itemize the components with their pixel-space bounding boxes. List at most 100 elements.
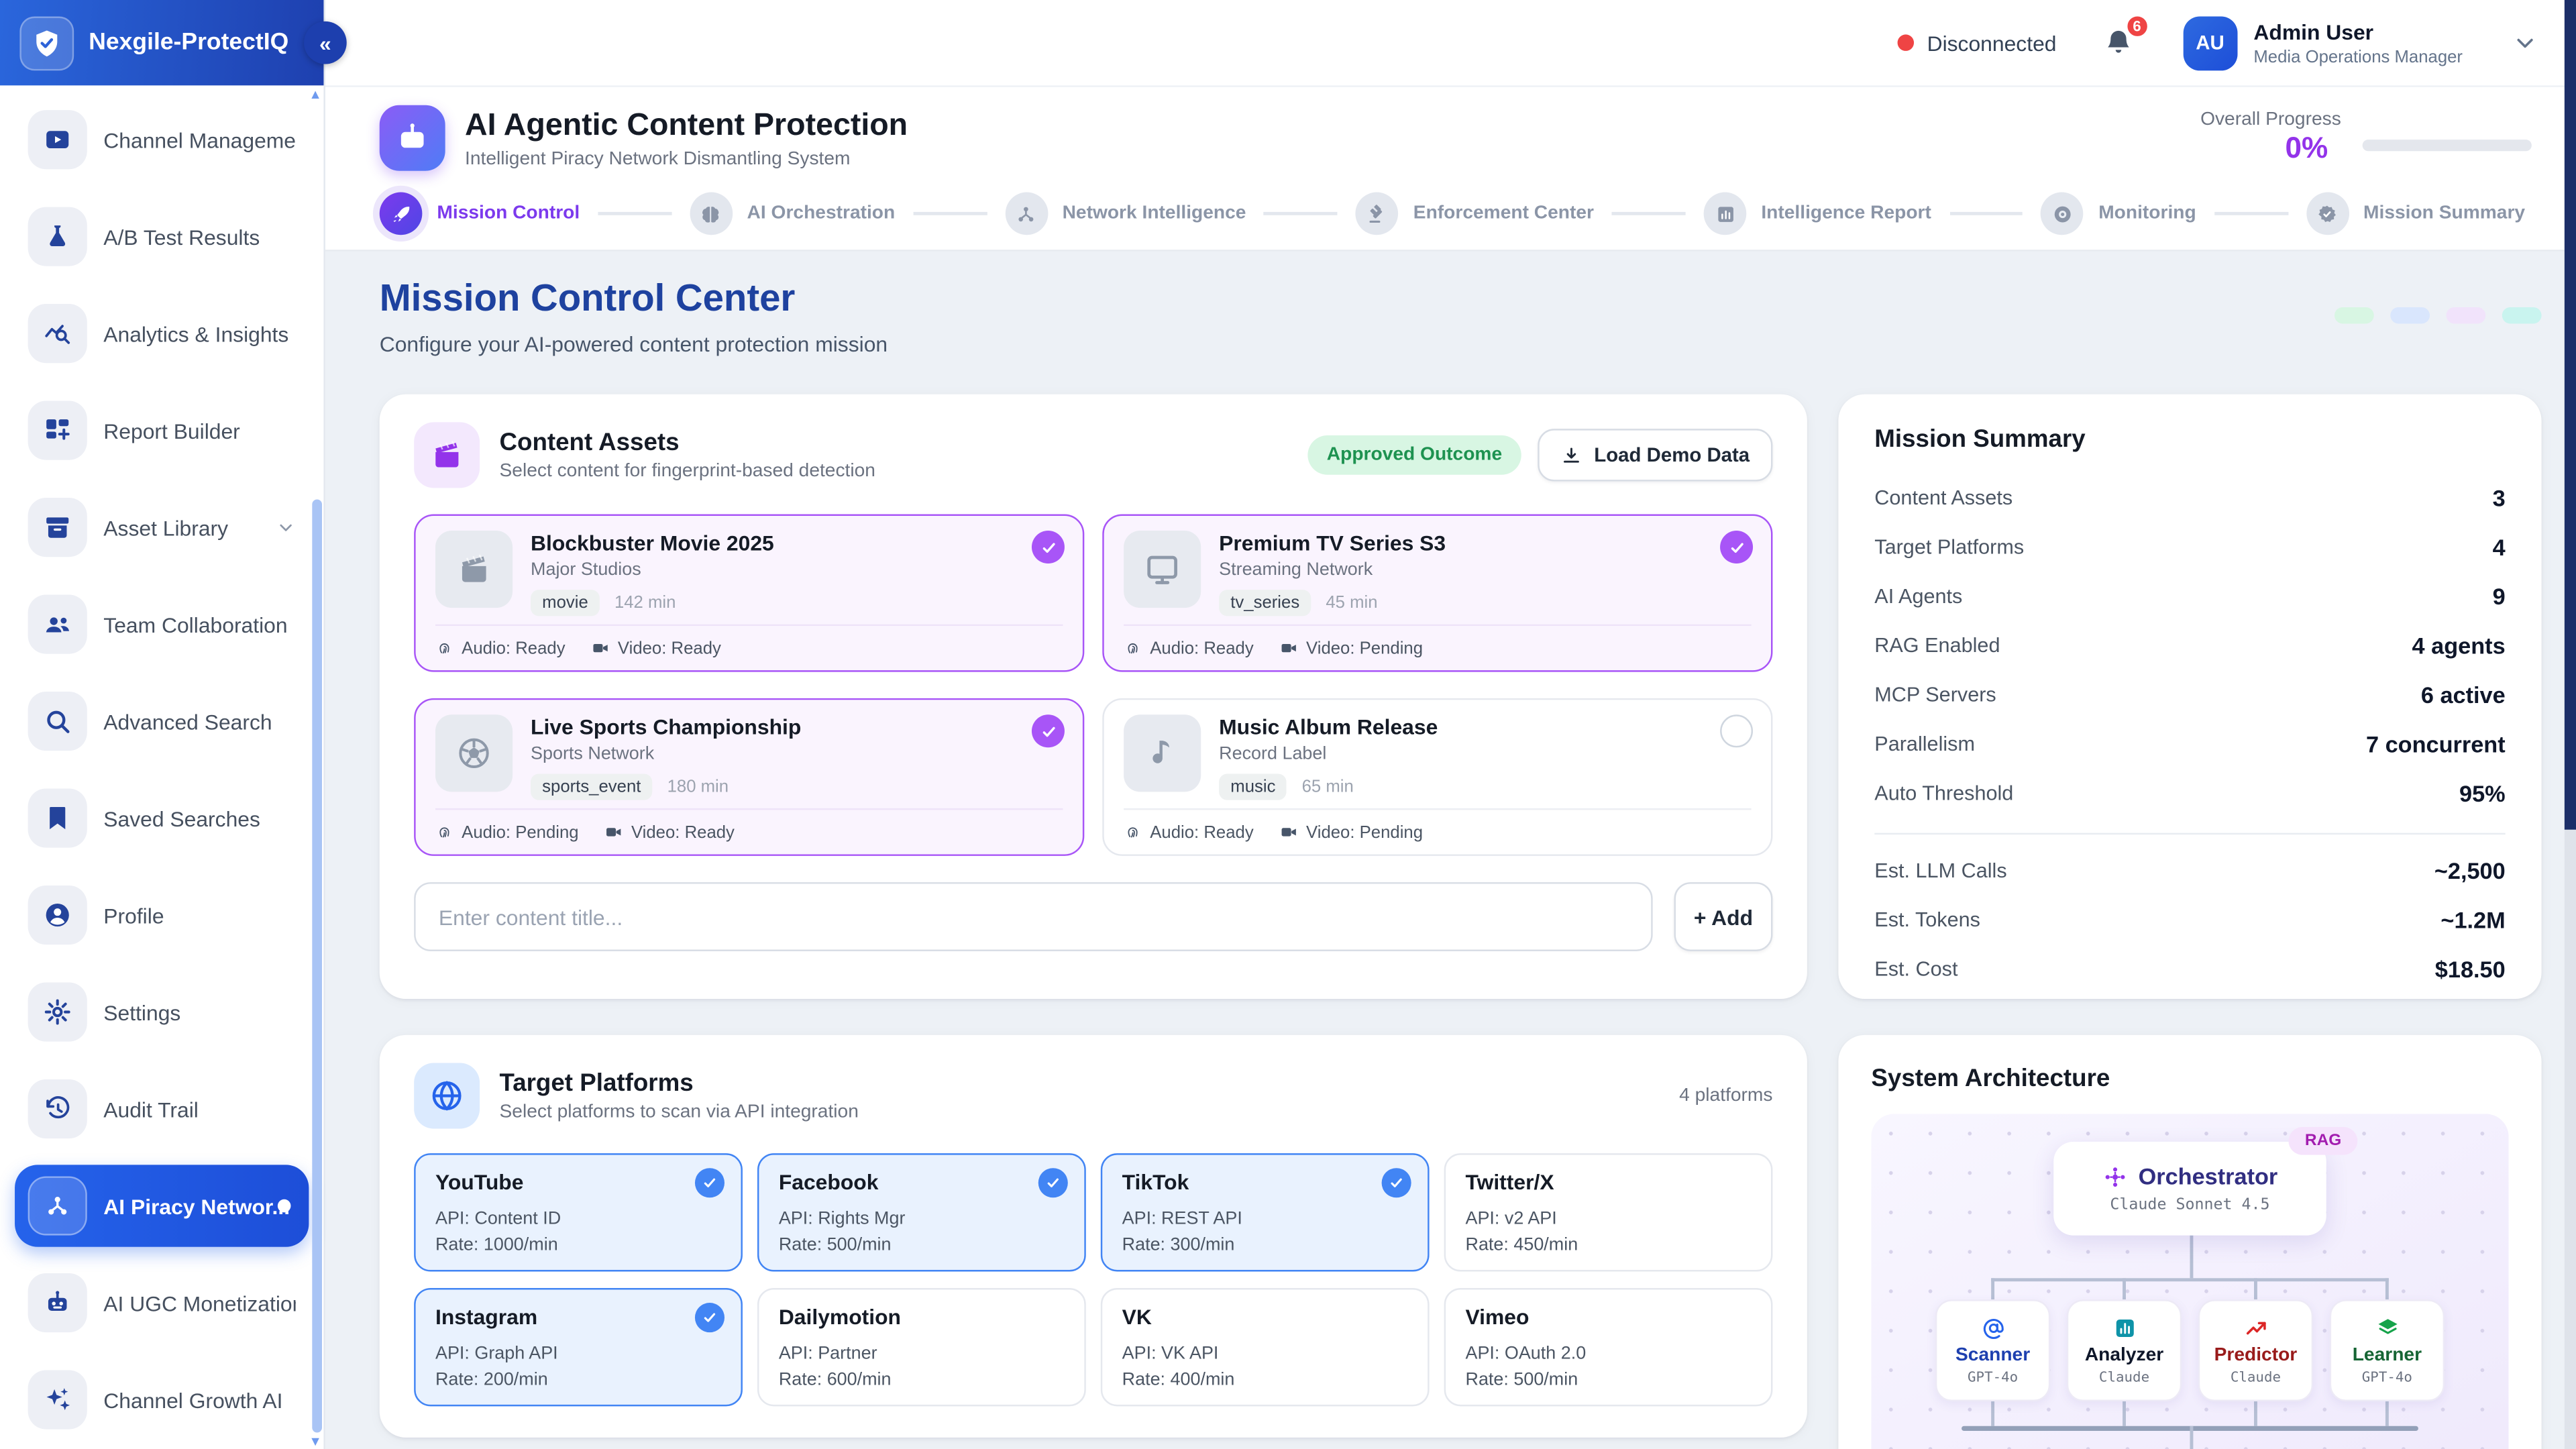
add-content-button[interactable]: + Add: [1674, 882, 1773, 951]
stepper-step[interactable]: Intelligence Report: [1704, 193, 1931, 235]
sidebar-item[interactable]: Profile: [15, 874, 309, 956]
stepper-step[interactable]: Enforcement Center: [1356, 193, 1594, 235]
platform-card[interactable]: Facebook API: Rights Mgr Rate: 500/min: [757, 1153, 1086, 1271]
sidebar-item[interactable]: AI UGC Monetization: [15, 1262, 309, 1344]
agent-name: Analyzer: [2085, 1344, 2163, 1364]
asset-card[interactable]: Premium TV Series S3 Streaming Network t…: [1102, 515, 1772, 672]
platform-card[interactable]: Dailymotion API: Partner Rate: 600/min: [757, 1288, 1086, 1406]
mission-summary-panel: Mission Summary Content Assets 3 Target …: [1838, 394, 2541, 999]
platform-card[interactable]: Instagram API: Graph API Rate: 200/min: [414, 1288, 743, 1406]
connector: [1991, 1401, 1994, 1426]
page-scrollbar-thumb[interactable]: [2565, 0, 2576, 830]
sidebar-item-label: Asset Library: [103, 515, 228, 540]
asset-duration: 65 min: [1302, 777, 1354, 796]
sidebar-item[interactable]: Asset Library: [15, 486, 309, 568]
asset-check-icon[interactable]: [1032, 714, 1065, 747]
agent-icon: [1980, 1315, 2005, 1340]
video-camera-icon: [1280, 639, 1298, 657]
agent-node: Scanner GPT-4o: [1935, 1299, 2050, 1401]
page-scrollbar[interactable]: [2565, 0, 2576, 1449]
summary-value: 3: [2493, 484, 2506, 511]
page-head: Mission Control Center Configure your AI…: [380, 276, 2542, 356]
platform-api: API: v2 API: [1465, 1209, 1751, 1228]
summary-label: Est. Cost: [1874, 958, 1957, 981]
asset-card[interactable]: Music Album Release Record Label music 6…: [1102, 698, 1772, 856]
sidebar-scrollbar[interactable]: ▲ ▼: [312, 89, 322, 1446]
mission-summary-title: Mission Summary: [1874, 425, 2505, 453]
summary-value: 4: [2493, 534, 2506, 560]
asset-title: Live Sports Championship: [531, 714, 801, 739]
scroll-up-icon[interactable]: ▲: [309, 89, 321, 102]
platform-card[interactable]: VK API: VK API Rate: 400/min: [1101, 1288, 1430, 1406]
asset-card[interactable]: Blockbuster Movie 2025 Major Studios mov…: [414, 515, 1084, 672]
scroll-down-icon[interactable]: ▼: [309, 1436, 321, 1449]
sidebar-scrollbar-thumb[interactable]: [312, 499, 322, 1432]
step-icon: [1704, 193, 1747, 235]
platform-api: API: OAuth 2.0: [1465, 1344, 1751, 1363]
load-demo-data-button[interactable]: Load Demo Data: [1538, 429, 1772, 481]
sidebar-collapse-button[interactable]: «: [304, 21, 347, 64]
status-dot: [1897, 34, 1913, 50]
sidebar-item[interactable]: Report Builder: [15, 389, 309, 471]
asset-check-icon[interactable]: [1720, 714, 1753, 747]
platform-card[interactable]: Twitter/X API: v2 API Rate: 450/min: [1444, 1153, 1773, 1271]
sidebar-item[interactable]: A/B Test Results: [15, 195, 309, 277]
platform-name: Dailymotion: [779, 1304, 1065, 1329]
agent-model: GPT-4o: [1968, 1369, 2018, 1385]
connection-status: Disconnected: [1897, 30, 2056, 55]
summary-value: ~2,500: [2434, 857, 2506, 883]
notifications-button[interactable]: 6: [2102, 26, 2134, 59]
step-icon: [1005, 193, 1048, 235]
sidebar-item[interactable]: Advanced Search: [15, 680, 309, 762]
status-badge: [2502, 307, 2542, 323]
asset-check-icon[interactable]: [1720, 531, 1753, 564]
sidebar-item[interactable]: Saved Searches: [15, 777, 309, 859]
sidebar-item[interactable]: Channel Growth AI: [15, 1358, 309, 1440]
stepper-step[interactable]: Network Intelligence: [1005, 193, 1246, 235]
sidebar-item[interactable]: AI Piracy Networ...: [15, 1165, 309, 1246]
avatar[interactable]: AU: [2183, 15, 2237, 70]
stepper-step[interactable]: AI Orchestration: [690, 193, 895, 235]
connector: [2254, 1278, 2257, 1299]
sidebar-item[interactable]: Team Collaboration: [15, 583, 309, 665]
summary-row: Target Platforms 4: [1874, 523, 2505, 572]
sidebar-item-icon: [28, 885, 87, 945]
user-menu-chevron-icon[interactable]: [2512, 30, 2538, 56]
status-badge: [2334, 307, 2374, 323]
sidebar-item[interactable]: Analytics & Insights: [15, 292, 309, 374]
sidebar-item-label: AI Piracy Networ...: [103, 1193, 290, 1218]
audio-status: Audio: Ready: [1124, 638, 1254, 657]
stepper-step[interactable]: Mission Control: [380, 193, 580, 235]
platform-card[interactable]: TikTok API: REST API Rate: 300/min: [1101, 1153, 1430, 1271]
sidebar-item[interactable]: Settings: [15, 971, 309, 1053]
sidebar-item-label: Channel Growth AI: [103, 1387, 282, 1412]
sidebar-item-icon: [28, 1370, 87, 1429]
connector: [2190, 1426, 2192, 1449]
step-icon: [2306, 193, 2349, 235]
progress-label: Overall Progress: [2200, 110, 2341, 129]
sidebar-item[interactable]: Channel Manageme...: [15, 99, 309, 180]
app-window: Nexgile-ProtectIQ Channel Manageme... A/…: [0, 0, 2576, 1449]
stepper-step[interactable]: Monitoring: [2041, 193, 2196, 235]
connector: [2190, 1236, 2192, 1279]
asset-org: Major Studios: [531, 560, 774, 580]
platform-card[interactable]: Vimeo API: OAuth 2.0 Rate: 500/min: [1444, 1288, 1773, 1406]
stepper-step[interactable]: Mission Summary: [2306, 193, 2525, 235]
connector: [2123, 1278, 2125, 1299]
video-status-label: Video: Pending: [1306, 638, 1423, 657]
asset-check-icon[interactable]: [1032, 531, 1065, 564]
platform-rate: Rate: 200/min: [435, 1370, 721, 1389]
asset-card[interactable]: Live Sports Championship Sports Network …: [414, 698, 1084, 856]
connector: [1991, 1278, 1994, 1299]
sidebar-item[interactable]: Audit Trail: [15, 1068, 309, 1150]
platform-name: YouTube: [435, 1170, 721, 1195]
platform-card[interactable]: YouTube API: Content ID Rate: 1000/min: [414, 1153, 743, 1271]
sidebar-item-icon: [28, 401, 87, 460]
platform-api: API: Partner: [779, 1344, 1065, 1363]
agent-node: Learner GPT-4o: [2330, 1299, 2445, 1401]
platform-name: Twitter/X: [1465, 1170, 1751, 1195]
content-title-input[interactable]: [414, 882, 1653, 951]
page-title: Mission Control Center: [380, 276, 888, 320]
summary-label: Auto Threshold: [1874, 782, 2013, 805]
status-badges: [2334, 307, 2542, 356]
